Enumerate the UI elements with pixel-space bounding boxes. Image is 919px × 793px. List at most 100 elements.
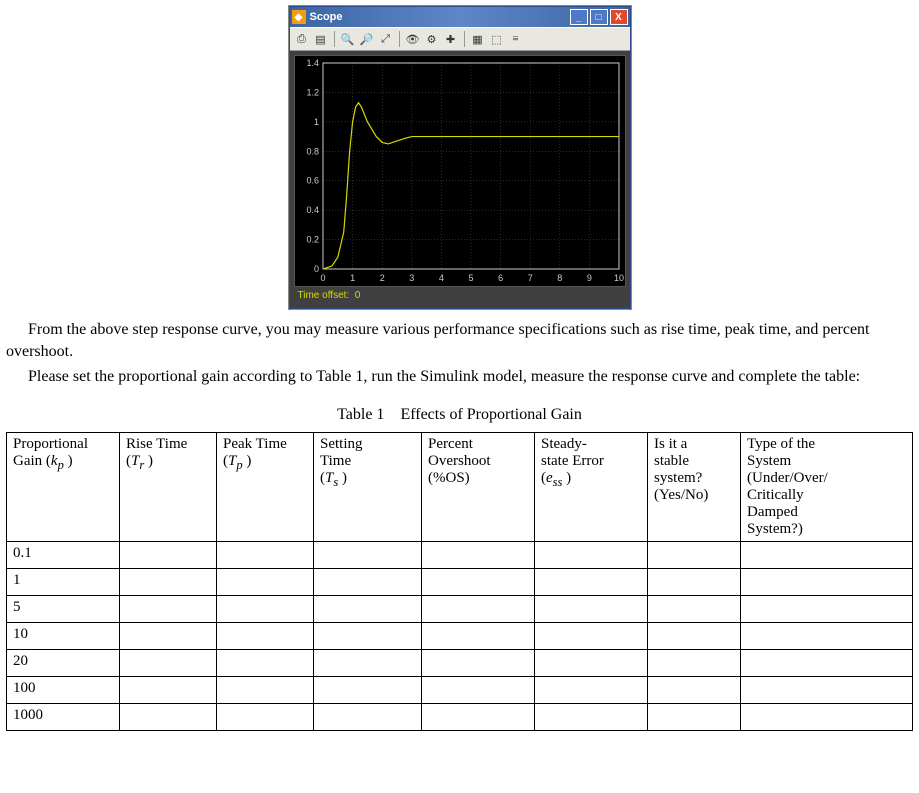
svg-text:10: 10 [613,273,623,283]
svg-text:9: 9 [586,273,591,283]
empty-cell [535,622,648,649]
params-icon[interactable]: ▦ [470,31,486,47]
empty-cell [648,649,741,676]
empty-cell [648,568,741,595]
empty-cell [120,541,217,568]
empty-cell [741,568,913,595]
empty-cell [422,649,535,676]
float-icon[interactable]: ⬚ [489,31,505,47]
empty-cell [120,622,217,649]
table-header-row: Proportional Gain (kp ) Rise Time (Tr ) … [7,432,913,541]
scope-window: ◆ Scope _ □ X ⎙ ▤ 🔍 🔎 ⤢ 👁 ⚙ ✚ ▦ ⬚ ≡ [289,6,631,309]
scope-plot[interactable]: 01234567891000.20.40.60.811.21.4 [294,55,626,287]
svg-text:6: 6 [498,273,503,283]
hdr-settling-time: Setting Time (Ts ) [314,432,422,541]
paragraph-1: From the above step response curve, you … [6,319,913,362]
empty-cell [120,649,217,676]
svg-text:1: 1 [350,273,355,283]
dock-icon[interactable]: ≡ [508,31,524,47]
empty-cell [648,622,741,649]
empty-cell [314,568,422,595]
maximize-button[interactable]: □ [590,9,608,25]
axes-icon[interactable]: ✚ [443,31,459,47]
svg-text:5: 5 [468,273,473,283]
empty-cell [314,703,422,730]
empty-cell [535,595,648,622]
hdr-rise-time: Rise Time (Tr ) [120,432,217,541]
print-icon[interactable]: ⎙ [294,31,310,47]
page-icon[interactable]: ▤ [313,31,329,47]
gain-cell: 10 [7,622,120,649]
empty-cell [217,595,314,622]
empty-cell [535,703,648,730]
scope-body: 01234567891000.20.40.60.811.21.4 Time of… [290,51,630,308]
plot-svg: 01234567891000.20.40.60.811.21.4 [295,56,625,286]
empty-cell [741,541,913,568]
empty-cell [314,541,422,568]
settings-icon[interactable]: ⚙ [424,31,440,47]
empty-cell [217,703,314,730]
hdr-overshoot: Percent Overshoot (%OS) [422,432,535,541]
table-caption: Table 1 Effects of Proportional Gain [6,406,913,424]
empty-cell [120,595,217,622]
empty-cell [648,595,741,622]
empty-cell [314,595,422,622]
table-row: 100 [7,676,913,703]
zoom-icon[interactable]: ⤢ [378,31,394,47]
gain-cell: 5 [7,595,120,622]
svg-text:0.2: 0.2 [306,235,319,245]
svg-text:7: 7 [527,273,532,283]
empty-cell [741,676,913,703]
table-row: 0.1 [7,541,913,568]
empty-cell [741,595,913,622]
svg-text:1: 1 [313,117,318,127]
svg-text:3: 3 [409,273,414,283]
gain-cell: 100 [7,676,120,703]
empty-cell [741,649,913,676]
empty-cell [422,703,535,730]
empty-cell [741,622,913,649]
empty-cell [217,622,314,649]
empty-cell [120,568,217,595]
svg-text:8: 8 [557,273,562,283]
empty-cell [422,541,535,568]
window-title: Scope [310,11,568,23]
svg-text:0.4: 0.4 [306,205,319,215]
autoscale-icon[interactable]: 👁 [405,31,421,47]
empty-cell [648,676,741,703]
empty-cell [535,541,648,568]
empty-cell [535,649,648,676]
empty-cell [741,703,913,730]
time-offset-label: Time offset: 0 [294,287,626,304]
svg-text:0.6: 0.6 [306,176,319,186]
empty-cell [535,568,648,595]
empty-cell [422,676,535,703]
gain-cell: 1 [7,568,120,595]
gain-cell: 0.1 [7,541,120,568]
table-row: 1000 [7,703,913,730]
svg-text:0.8: 0.8 [306,146,319,156]
paragraph-2: Please set the proportional gain accordi… [6,366,913,388]
svg-text:1.2: 1.2 [306,87,319,97]
svg-text:2: 2 [379,273,384,283]
empty-cell [217,541,314,568]
app-icon: ◆ [292,10,306,24]
hdr-peak-time: Peak Time (Tp ) [217,432,314,541]
zoom-in-icon[interactable]: 🔍 [340,31,356,47]
empty-cell [120,676,217,703]
close-button[interactable]: X [610,9,628,25]
svg-text:0: 0 [313,264,318,274]
svg-text:4: 4 [438,273,443,283]
empty-cell [120,703,217,730]
empty-cell [422,622,535,649]
scope-titlebar[interactable]: ◆ Scope _ □ X [290,7,630,27]
empty-cell [314,622,422,649]
minimize-button[interactable]: _ [570,9,588,25]
zoom-out-icon[interactable]: 🔎 [359,31,375,47]
scope-toolbar: ⎙ ▤ 🔍 🔎 ⤢ 👁 ⚙ ✚ ▦ ⬚ ≡ [290,27,630,51]
empty-cell [535,676,648,703]
svg-text:0: 0 [320,273,325,283]
empty-cell [648,703,741,730]
hdr-sserror: Steady- state Error (ess ) [535,432,648,541]
table-row: 5 [7,595,913,622]
